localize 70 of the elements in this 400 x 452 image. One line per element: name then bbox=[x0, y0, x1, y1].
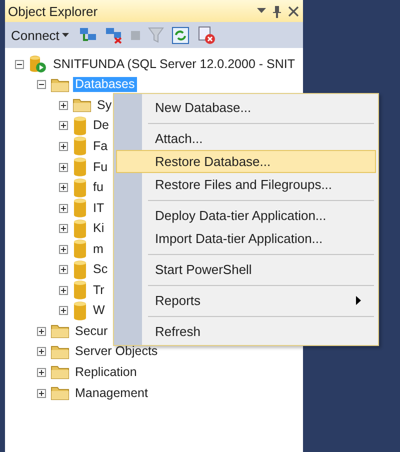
database-icon bbox=[73, 280, 87, 300]
expand-icon[interactable] bbox=[59, 306, 68, 316]
menu-item[interactable]: Restore Files and Filegroups... bbox=[116, 173, 376, 196]
expand-icon[interactable] bbox=[59, 183, 68, 192]
folder-icon bbox=[51, 324, 69, 338]
tree-item[interactable]: Fa bbox=[91, 138, 110, 154]
expand-icon[interactable] bbox=[37, 388, 46, 398]
menu-item[interactable]: Start PowerShell bbox=[116, 258, 376, 281]
database-icon bbox=[73, 239, 87, 260]
close-icon[interactable] bbox=[288, 6, 299, 16]
folder-icon bbox=[51, 344, 69, 359]
tree-item[interactable]: fu bbox=[91, 180, 106, 196]
caret-icon bbox=[62, 33, 70, 37]
tree-item[interactable]: Fu bbox=[91, 160, 110, 174]
disconnect-icon[interactable] bbox=[105, 26, 124, 44]
expand-icon[interactable] bbox=[59, 286, 68, 295]
database-icon bbox=[73, 116, 87, 136]
folder-icon bbox=[51, 365, 69, 380]
expand-icon[interactable] bbox=[37, 347, 46, 356]
database-icon bbox=[73, 218, 87, 239]
expand-icon[interactable] bbox=[37, 326, 46, 336]
tree-item[interactable]: m bbox=[91, 242, 106, 257]
folder-icon bbox=[51, 386, 69, 400]
tree-item[interactable]: W bbox=[91, 303, 107, 318]
tree-item[interactable]: Sc bbox=[91, 262, 110, 278]
tree-item[interactable]: IT bbox=[91, 200, 106, 216]
expand-icon[interactable] bbox=[59, 121, 68, 130]
menu-item[interactable]: Reports bbox=[116, 289, 376, 312]
dropdown-icon[interactable] bbox=[257, 8, 266, 14]
pin-icon[interactable] bbox=[272, 4, 282, 18]
connect-button[interactable]: Connect bbox=[11, 28, 70, 42]
expand-icon[interactable] bbox=[59, 142, 68, 151]
refresh-icon[interactable] bbox=[172, 26, 190, 44]
network-icon[interactable] bbox=[79, 26, 98, 44]
collapse-icon[interactable] bbox=[37, 80, 46, 90]
collapse-icon[interactable] bbox=[15, 60, 24, 69]
folder-icon bbox=[51, 78, 69, 92]
tree-item[interactable]: Tr bbox=[91, 282, 106, 298]
database-icon bbox=[73, 157, 87, 177]
menu-item[interactable]: Import Data-tier Application... bbox=[116, 227, 376, 250]
expand-icon[interactable] bbox=[59, 244, 68, 254]
menu-item[interactable]: Attach... bbox=[116, 127, 376, 150]
database-icon bbox=[73, 260, 87, 280]
menu-item[interactable]: Restore Database... bbox=[116, 150, 376, 173]
tree-item[interactable]: Ki bbox=[91, 221, 106, 236]
expand-icon[interactable] bbox=[59, 204, 68, 213]
expand-icon[interactable] bbox=[59, 265, 68, 274]
expand-icon[interactable] bbox=[59, 224, 68, 234]
database-icon bbox=[73, 178, 87, 198]
server-icon bbox=[29, 55, 47, 74]
tree-item[interactable]: De bbox=[91, 118, 111, 134]
panel-title: Object Explorer bbox=[8, 4, 98, 18]
tree-item[interactable]: Server Objects bbox=[73, 344, 160, 360]
expand-icon[interactable] bbox=[59, 100, 68, 110]
expand-icon[interactable] bbox=[59, 162, 68, 172]
menu-item[interactable]: New Database... bbox=[116, 96, 376, 119]
tree-item[interactable]: Secur bbox=[73, 324, 110, 339]
menu-item[interactable]: Deploy Data-tier Application... bbox=[116, 204, 376, 227]
database-icon bbox=[73, 136, 87, 156]
tree-item[interactable]: Management bbox=[73, 386, 150, 401]
tree-item[interactable]: Replication bbox=[73, 364, 139, 380]
stop-icon bbox=[131, 30, 140, 40]
menu-item[interactable]: Refresh bbox=[116, 320, 376, 343]
expand-icon[interactable] bbox=[37, 368, 46, 377]
folder-icon bbox=[73, 98, 91, 112]
filter-icon bbox=[148, 27, 164, 43]
database-icon bbox=[73, 198, 87, 218]
database-icon bbox=[73, 300, 87, 321]
tree-item[interactable]: SNITFUNDA (SQL Server 12.0.2000 - SNIT bbox=[51, 56, 297, 72]
tree-item[interactable]: Sy bbox=[95, 98, 114, 113]
